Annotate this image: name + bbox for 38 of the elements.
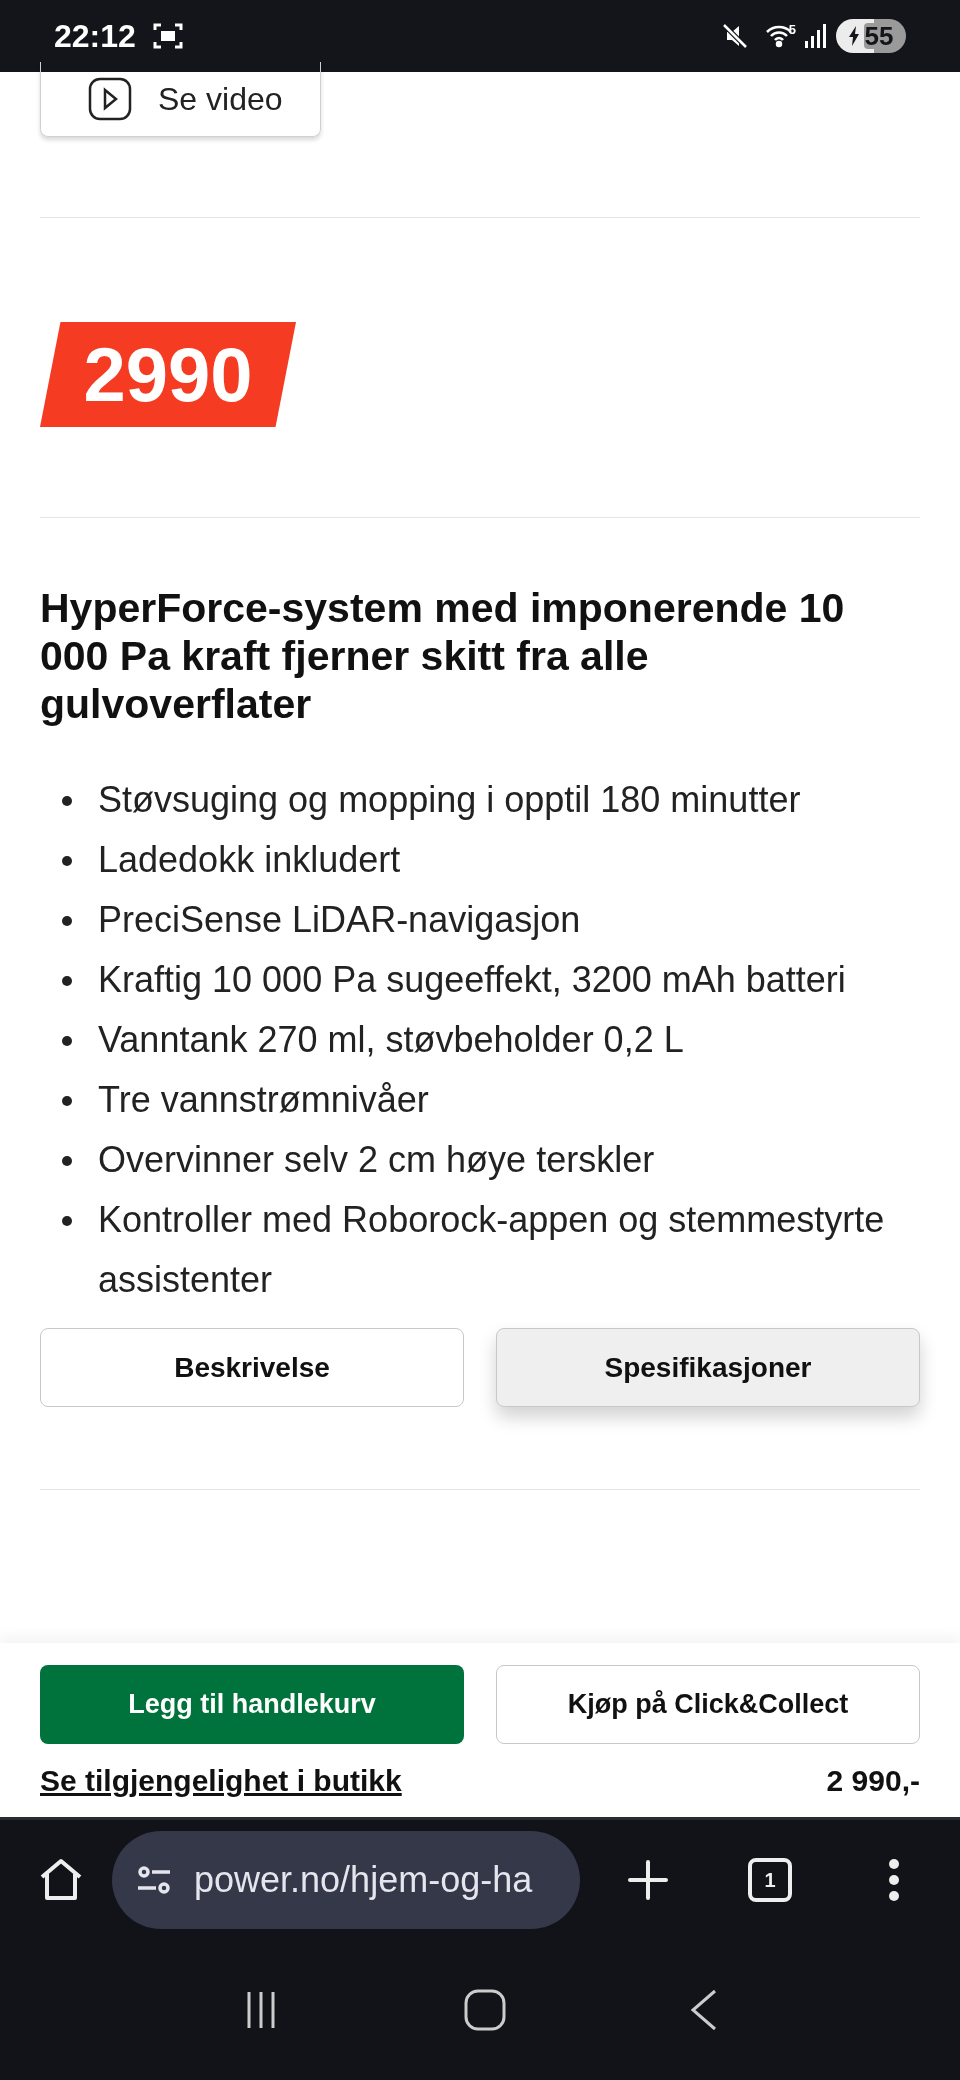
feature-text: Ladedokk inkludert: [98, 838, 401, 882]
feature-text: Vanntank 270 ml, støvbeholder 0,2 L: [98, 1018, 684, 1062]
status-time: 22:12: [54, 17, 136, 56]
feature-text: Kraftig 10 000 Pa sugeeffekt, 3200 mAh batteri: [98, 958, 846, 1002]
home-button-icon[interactable]: [464, 1989, 506, 2031]
feature-text: PreciSense LiDAR-navigasjon: [98, 898, 581, 942]
feature-text: Tre vannstrømnivåer: [98, 1078, 429, 1122]
play-icon: [88, 77, 132, 121]
tab-count[interactable]: 1: [748, 1858, 792, 1902]
back-icon[interactable]: [688, 1989, 719, 2031]
bullet-icon: [62, 916, 72, 926]
bullet-icon: [62, 1036, 72, 1046]
new-tab-icon[interactable]: [626, 1858, 670, 1902]
feature-text: Støvsuging og mopping i opptil 180 minutter: [98, 778, 801, 822]
feature-text: Kontroller med Roborock-appen og stemmestyrte assistenter: [98, 1198, 886, 1302]
tab[interactable]: Beskrivelse: [40, 1328, 464, 1407]
store-availability-link[interactable]: Se tilgjengelighet i butikk: [40, 1758, 402, 1803]
mute-icon: [720, 22, 749, 50]
signal-icon: [804, 23, 828, 49]
bullet-icon: [62, 856, 72, 866]
video-button[interactable]: Se video: [40, 62, 321, 137]
product-heading: HyperForce-system med imponerende 10 000 Pa kraft fjerner skitt fra alle gulvoverflater: [40, 584, 846, 728]
bullet-icon: [62, 976, 72, 986]
bullet-icon: [62, 1216, 72, 1226]
network-label: 5: [788, 21, 796, 40]
menu-icon[interactable]: [888, 1858, 900, 1902]
url-text: power.no/hjem-og-ha: [194, 1858, 533, 1902]
address-bar[interactable]: power.no/hjem-og-ha: [112, 1831, 580, 1929]
click-collect-button[interactable]: Kjøp på Click&Collect: [496, 1665, 920, 1744]
feature-text: Overvinner selv 2 cm høye terskler: [98, 1138, 655, 1182]
bullet-icon: [62, 1096, 72, 1106]
bullet-icon: [62, 796, 72, 806]
total-price: 2 990,-: [826, 1763, 920, 1799]
bullet-icon: [62, 1156, 72, 1166]
tab[interactable]: Spesifikasjoner: [496, 1328, 920, 1407]
price-badge: 2990: [40, 322, 296, 427]
battery-indicator: 55: [836, 19, 906, 53]
add-to-cart-button[interactable]: Legg til handlekurv: [40, 1665, 464, 1744]
